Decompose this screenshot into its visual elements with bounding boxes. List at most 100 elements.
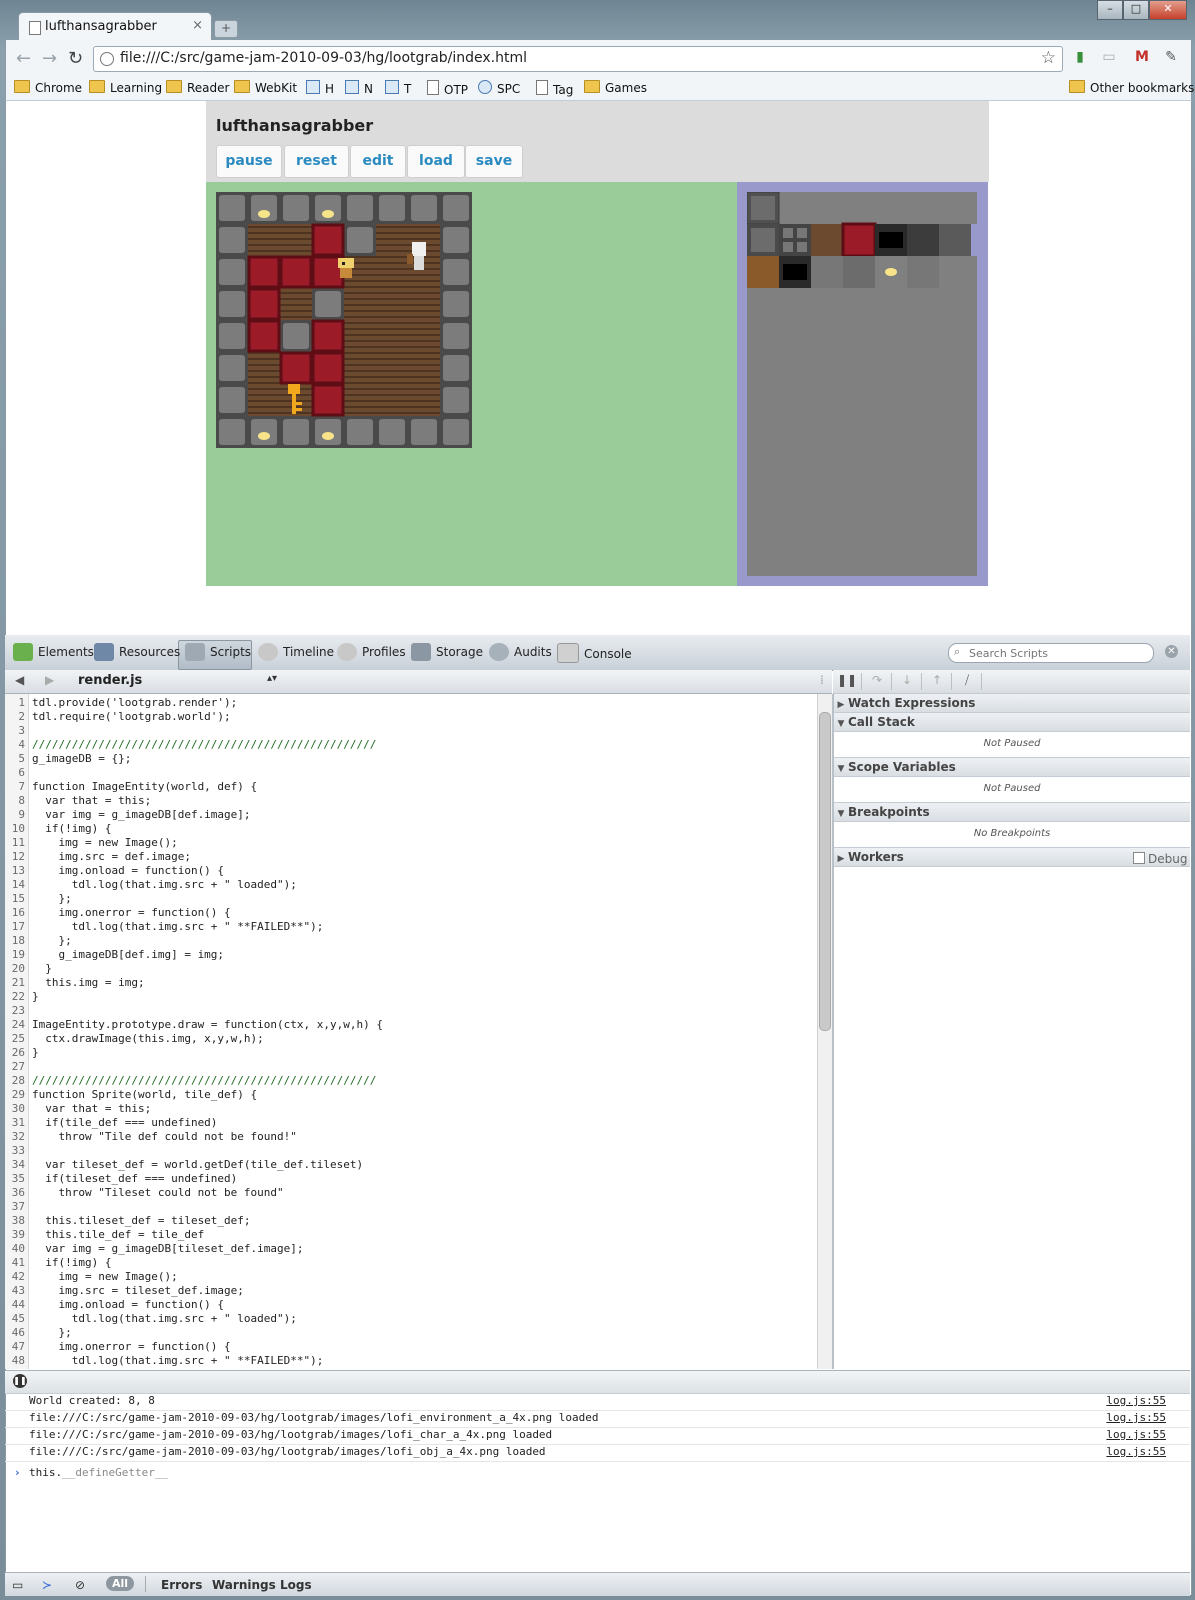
- search-input[interactable]: [967, 645, 1149, 661]
- line-number[interactable]: 33: [5, 1144, 25, 1158]
- reset-button[interactable]: reset: [284, 145, 349, 178]
- line-number[interactable]: 38: [5, 1214, 25, 1228]
- tab-elements[interactable]: Elements: [13, 643, 94, 661]
- bookmark-chrome[interactable]: Chrome: [14, 80, 82, 95]
- bookmark-tag[interactable]: Tag: [536, 80, 573, 97]
- console-toggle-icon[interactable]: ≻: [42, 1578, 52, 1592]
- line-number[interactable]: 29: [5, 1088, 25, 1102]
- watch-expressions-header[interactable]: ▶ Watch Expressions: [834, 693, 1190, 713]
- edit-button[interactable]: edit: [350, 145, 406, 178]
- source-code-view[interactable]: 1 tdl.provide('lootgrab.render'); 2 tdl.req…: [5, 694, 817, 1369]
- pause-icon[interactable]: ❚❚: [833, 673, 862, 690]
- line-number[interactable]: 42: [5, 1270, 25, 1284]
- bookmark-star-icon[interactable]: ☆: [1041, 48, 1056, 68]
- filter-warnings[interactable]: Warnings: [212, 1578, 276, 1592]
- chat-bubble-icon[interactable]: ▭: [1100, 48, 1118, 66]
- line-number[interactable]: 46: [5, 1326, 25, 1340]
- line-number[interactable]: 10: [5, 822, 25, 836]
- line-number[interactable]: 48: [5, 1354, 25, 1368]
- line-number[interactable]: 9: [5, 808, 25, 822]
- tab-storage[interactable]: Storage: [411, 643, 483, 661]
- line-number[interactable]: 45: [5, 1312, 25, 1326]
- filter-logs[interactable]: Logs: [280, 1578, 312, 1592]
- debug-checkbox[interactable]: Debug: [1133, 852, 1187, 866]
- reload-icon[interactable]: ↻: [68, 48, 83, 69]
- step-out-icon[interactable]: ↑: [923, 673, 952, 690]
- bookmark-h[interactable]: H: [306, 80, 334, 96]
- clear-console-icon[interactable]: ⊘: [75, 1578, 85, 1592]
- filter-all[interactable]: All: [106, 1576, 134, 1591]
- step-over-icon[interactable]: ↷: [863, 673, 892, 690]
- line-number[interactable]: 2: [5, 710, 25, 724]
- line-number[interactable]: 31: [5, 1116, 25, 1130]
- line-number[interactable]: 32: [5, 1130, 25, 1144]
- tab-profiles[interactable]: Profiles: [337, 643, 406, 661]
- tab-console[interactable]: Console: [557, 643, 632, 663]
- line-number[interactable]: 5: [5, 752, 25, 766]
- line-number[interactable]: 1: [5, 696, 25, 710]
- line-number[interactable]: 18: [5, 934, 25, 948]
- console-source-link[interactable]: log.js:55: [1106, 1445, 1166, 1458]
- line-number[interactable]: 15: [5, 892, 25, 906]
- close-window-button[interactable]: ✕: [1149, 0, 1187, 20]
- line-number[interactable]: 36: [5, 1186, 25, 1200]
- console-source-link[interactable]: log.js:55: [1106, 1394, 1166, 1407]
- line-number[interactable]: 47: [5, 1340, 25, 1354]
- line-number[interactable]: 43: [5, 1284, 25, 1298]
- bookmark-games[interactable]: Games: [584, 80, 647, 95]
- bookmark-reader[interactable]: Reader: [166, 80, 229, 95]
- deactivate-breakpoints-icon[interactable]: ⧸: [953, 673, 982, 690]
- bookmark-learning[interactable]: Learning: [89, 80, 162, 95]
- new-tab-button[interactable]: +: [214, 20, 238, 38]
- line-number[interactable]: 24: [5, 1018, 25, 1032]
- filter-errors[interactable]: Errors: [161, 1578, 202, 1592]
- address-bar[interactable]: file:///C:/src/game-jam-2010-09-03/hg/lo…: [93, 46, 1063, 72]
- back-arrow-icon[interactable]: ◀: [15, 673, 24, 687]
- line-number[interactable]: 17: [5, 920, 25, 934]
- bookmark-otp[interactable]: OTP: [427, 80, 468, 97]
- bookmark-webkit[interactable]: WebKit: [234, 80, 297, 95]
- line-number[interactable]: 25: [5, 1032, 25, 1046]
- dock-icon[interactable]: ▭: [12, 1578, 23, 1592]
- palette-tiles[interactable]: [747, 192, 977, 288]
- bookmark-n[interactable]: N: [345, 80, 373, 96]
- forward-arrow-icon[interactable]: →: [42, 48, 57, 69]
- bookmark-t[interactable]: T: [385, 80, 411, 96]
- line-number[interactable]: 28: [5, 1074, 25, 1088]
- game-level-canvas[interactable]: [216, 192, 472, 448]
- scrollbar-thumb[interactable]: [819, 712, 831, 1031]
- line-number[interactable]: 27: [5, 1060, 25, 1074]
- maximize-button[interactable]: □: [1123, 0, 1149, 20]
- wrench-icon[interactable]: ✎: [1162, 48, 1180, 66]
- call-stack-header[interactable]: ▼ Call Stack: [834, 712, 1190, 732]
- line-number[interactable]: 49: [5, 1368, 25, 1369]
- line-number[interactable]: 7: [5, 780, 25, 794]
- line-number[interactable]: 23: [5, 1004, 25, 1018]
- tab-scripts[interactable]: Scripts: [185, 643, 251, 661]
- line-number[interactable]: 19: [5, 948, 25, 962]
- console-source-link[interactable]: log.js:55: [1106, 1428, 1166, 1441]
- close-icon[interactable]: ✕: [1165, 645, 1178, 658]
- bookmark-other[interactable]: Other bookmarks: [1069, 80, 1194, 95]
- back-arrow-icon[interactable]: ←: [16, 48, 31, 69]
- line-number[interactable]: 16: [5, 906, 25, 920]
- line-number[interactable]: 41: [5, 1256, 25, 1270]
- line-number[interactable]: 12: [5, 850, 25, 864]
- line-number[interactable]: 21: [5, 976, 25, 990]
- line-number[interactable]: 11: [5, 836, 25, 850]
- browser-tab[interactable]: lufthansagrabber ×: [18, 12, 212, 41]
- line-number[interactable]: 40: [5, 1242, 25, 1256]
- resize-handle-icon[interactable]: ⁞: [820, 673, 824, 687]
- line-number[interactable]: 13: [5, 864, 25, 878]
- tab-close-icon[interactable]: ×: [192, 18, 203, 33]
- extension-icon[interactable]: ▮: [1071, 48, 1089, 66]
- minimize-button[interactable]: –: [1097, 0, 1123, 20]
- line-number[interactable]: 39: [5, 1228, 25, 1242]
- pause-icon[interactable]: ❚❚: [13, 1374, 27, 1388]
- console-source-link[interactable]: log.js:55: [1106, 1411, 1166, 1424]
- line-number[interactable]: 34: [5, 1158, 25, 1172]
- scope-variables-header[interactable]: ▼ Scope Variables: [834, 757, 1190, 777]
- tab-audits[interactable]: Audits: [489, 643, 552, 661]
- line-number[interactable]: 4: [5, 738, 25, 752]
- step-into-icon[interactable]: ↓: [893, 673, 922, 690]
